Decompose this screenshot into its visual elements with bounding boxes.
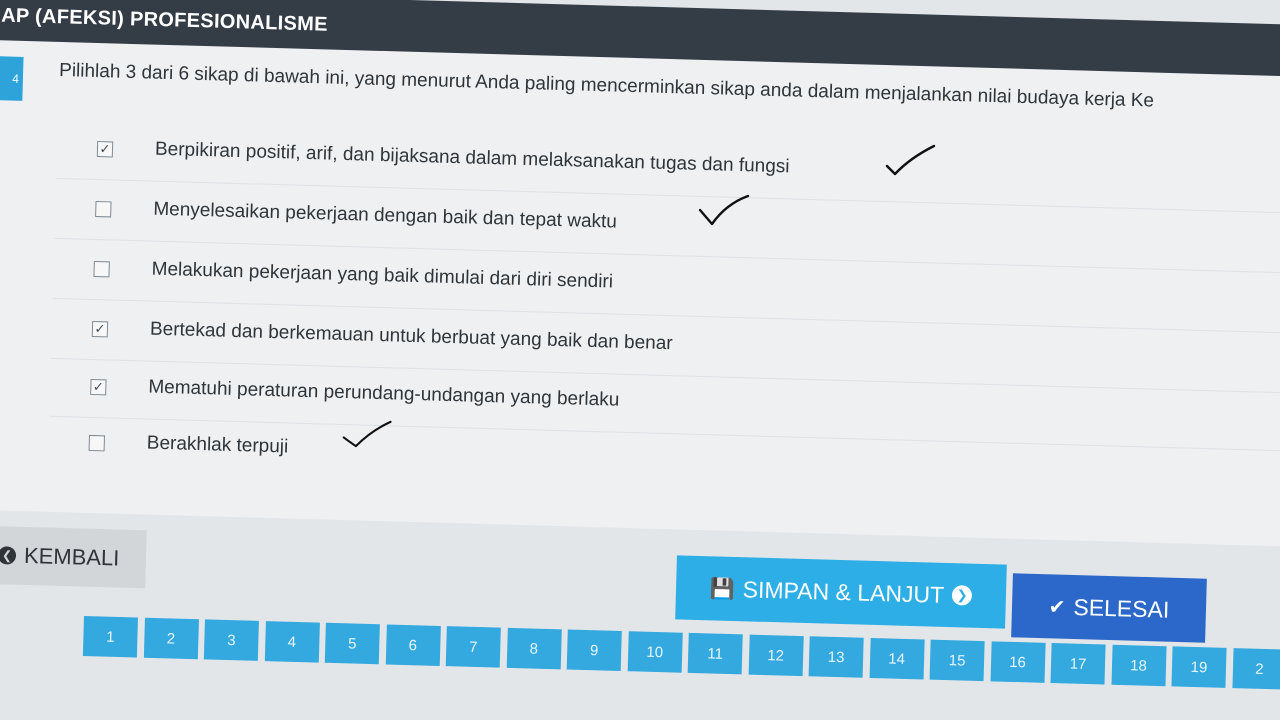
page-button[interactable]: 13 (808, 636, 864, 678)
page-button[interactable]: 16 (990, 641, 1046, 683)
page-button[interactable]: 5 (324, 622, 380, 665)
page-button[interactable]: 4 (264, 621, 320, 663)
option-label: Bertekad dan berkemauan untuk berbuat ya… (149, 318, 673, 355)
option-label: Berpikiran positif, arif, dan bijaksana … (154, 138, 790, 178)
arrow-left-circle-icon: ❮ (0, 546, 17, 565)
exam-screen: AP (AFEKSI) PROFESIONALISME 4 Pilihlah 3… (0, 0, 1280, 720)
option-label: Berakhlak terpuji (146, 432, 289, 458)
page-button[interactable]: 10 (627, 631, 683, 673)
section-title: AP (AFEKSI) PROFESIONALISME (0, 4, 329, 36)
question-number: 4 (0, 56, 24, 101)
back-button[interactable]: ❮ KEMBALI (0, 525, 147, 589)
page-button[interactable]: 9 (566, 629, 622, 672)
handwritten-check-icon (885, 144, 936, 176)
option-checkbox-checked[interactable]: ✓ (96, 141, 114, 158)
page-button[interactable]: 14 (869, 637, 925, 680)
page-button[interactable]: 1 (82, 616, 138, 658)
arrow-right-circle-icon: ❯ (951, 585, 973, 606)
save-next-label: SIMPAN & LANJUT (742, 575, 945, 608)
option-checkbox[interactable] (93, 260, 110, 278)
page-button[interactable]: 17 (1050, 643, 1106, 685)
option-checkbox-checked[interactable]: ✓ (91, 320, 109, 338)
page-button[interactable]: 15 (929, 639, 985, 682)
finish-button[interactable]: ✔ SELESAI (1011, 573, 1207, 643)
save-next-button[interactable]: 💾 SIMPAN & LANJUT ❯ (675, 555, 1007, 629)
handwritten-check-icon (342, 420, 392, 448)
option-checkbox[interactable] (88, 434, 106, 452)
option-label: Mematuhi peraturan perundang-undangan ya… (148, 376, 620, 411)
page-button[interactable]: 2 (1231, 648, 1280, 690)
handwritten-check-icon (698, 194, 750, 226)
page-button[interactable]: 6 (385, 624, 441, 666)
option-checkbox-checked[interactable]: ✓ (90, 378, 107, 396)
back-button-label: KEMBALI (23, 542, 120, 571)
page-button[interactable]: 7 (445, 626, 501, 668)
page-button[interactable]: 18 (1110, 644, 1167, 687)
page-button[interactable]: 3 (203, 619, 259, 661)
question-panel: 4 Pilihlah 3 dari 6 sikap di bawah ini, … (0, 40, 1280, 547)
page-button[interactable]: 19 (1171, 646, 1227, 688)
finish-label: SELESAI (1073, 593, 1170, 623)
checkmark-icon: ✔ (1048, 595, 1066, 619)
option-checkbox[interactable] (95, 201, 112, 218)
page-button[interactable]: 12 (748, 634, 804, 677)
page-button[interactable]: 11 (687, 632, 743, 675)
option-label: Melakukan pekerjaan yang baik dimulai da… (151, 258, 614, 293)
page-button[interactable]: 2 (143, 617, 199, 660)
option-label: Menyelesaikan pekerjaan dengan baik dan … (153, 198, 618, 233)
floppy-disk-icon: 💾 (709, 577, 736, 601)
page-button[interactable]: 8 (506, 627, 562, 670)
